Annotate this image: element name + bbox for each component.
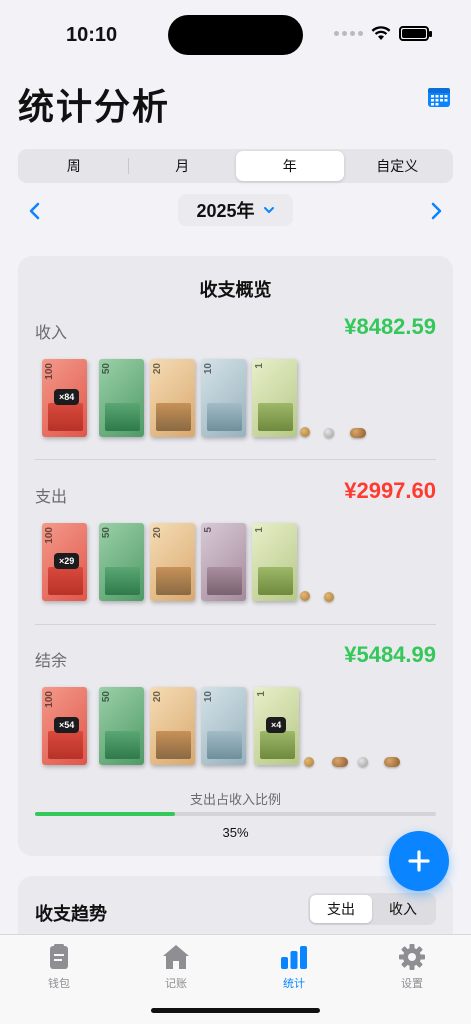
balance-label: 结余	[35, 653, 68, 670]
tab-settings-label: 设置	[401, 978, 423, 990]
bill-50: 50	[99, 687, 144, 765]
coin	[324, 592, 334, 602]
trend-income-option[interactable]: 收入	[372, 895, 434, 923]
overview-card: 收支概览 收入 ¥8482.59 100 ×84 50 20 10 1 支出 ¥2…	[18, 256, 453, 856]
trend-toggle: 支出 收入	[308, 893, 436, 925]
tab-statistics-label: 统计	[283, 978, 305, 990]
tab-settings[interactable]: 设置	[372, 943, 452, 991]
bill-count-badge: ×84	[54, 389, 80, 405]
tab-record[interactable]: 记账	[136, 943, 216, 991]
expense-ratio-bar	[35, 812, 436, 816]
chevron-down-icon	[263, 207, 274, 213]
bill-10: 10	[201, 687, 246, 765]
expense-ratio-fill	[35, 812, 176, 816]
tab-record-label: 记账	[165, 978, 187, 990]
house-icon	[163, 945, 189, 969]
coin	[358, 757, 368, 767]
add-record-button[interactable]	[389, 831, 449, 891]
bill-20: 20	[150, 359, 195, 437]
expense-ratio-label: 支出占收入比例	[189, 792, 281, 807]
bill-100: 100 ×84	[42, 359, 87, 437]
calendar-button[interactable]	[427, 86, 451, 108]
gear-icon	[399, 944, 425, 970]
income-label: 收入	[35, 325, 68, 342]
plus-icon	[408, 850, 430, 872]
bill-50: 50	[99, 359, 144, 437]
bill-10: 10	[201, 359, 246, 437]
bill-100: 100 ×54	[42, 687, 87, 765]
period-year[interactable]: 年	[236, 151, 344, 181]
bill-20: 20	[150, 523, 195, 601]
next-period-button[interactable]	[431, 202, 443, 225]
divider	[35, 459, 436, 460]
status-time: 10:10	[66, 24, 118, 46]
bill-count-badge: ×4	[266, 717, 287, 733]
trend-title: 收支趋势	[35, 904, 107, 924]
status-icons	[334, 26, 432, 41]
trend-expense-option[interactable]: 支出	[310, 895, 372, 923]
expense-label: 支出	[35, 489, 68, 506]
bill-5: 5	[201, 523, 246, 601]
tab-statistics[interactable]: 统计	[254, 943, 334, 991]
dynamic-island	[168, 15, 303, 55]
chart-icon	[281, 946, 307, 969]
status-bar: 10:10	[0, 0, 471, 70]
page-title: 统计分析	[18, 86, 171, 127]
bill-1: 1 ×4	[254, 687, 299, 765]
coin	[332, 757, 348, 767]
bill-50: 50	[99, 523, 144, 601]
divider	[35, 624, 436, 625]
period-week[interactable]: 周	[20, 151, 128, 181]
bill-20: 20	[150, 687, 195, 765]
period-segmented-control: 周 月 年 自定义	[18, 149, 453, 183]
coin	[350, 428, 366, 438]
tab-wallet[interactable]: 钱包	[19, 943, 99, 991]
signal-icon	[334, 31, 363, 36]
wifi-icon	[371, 26, 391, 40]
coin	[384, 757, 400, 767]
period-custom[interactable]: 自定义	[344, 151, 452, 181]
period-month[interactable]: 月	[129, 151, 237, 181]
home-indicator	[151, 1008, 320, 1013]
year-label: 2025年	[196, 201, 255, 221]
bill-count-badge: ×54	[54, 717, 80, 733]
calendar-icon	[428, 88, 450, 107]
coin	[300, 591, 310, 601]
previous-period-button[interactable]	[28, 202, 40, 225]
overview-title: 收支概览	[199, 280, 272, 300]
coin	[304, 757, 314, 767]
income-amount: ¥8482.59	[344, 314, 436, 339]
bill-100: 100 ×29	[42, 523, 87, 601]
year-picker[interactable]: 2025年	[178, 194, 293, 226]
expense-ratio-value: 35%	[222, 825, 249, 840]
coin	[300, 427, 310, 437]
chevron-right-icon	[431, 202, 442, 220]
coin	[324, 428, 334, 438]
bill-1: 1	[252, 359, 297, 437]
bill-1: 1	[252, 523, 297, 601]
balance-amount: ¥5484.99	[344, 642, 436, 667]
year-navigation: 2025年	[0, 194, 471, 228]
bill-count-badge: ×29	[54, 553, 80, 569]
battery-icon	[399, 26, 432, 41]
chevron-left-icon	[29, 202, 40, 220]
expense-amount: ¥2997.60	[344, 478, 436, 503]
wallet-icon	[50, 944, 68, 969]
tab-wallet-label: 钱包	[48, 978, 70, 990]
